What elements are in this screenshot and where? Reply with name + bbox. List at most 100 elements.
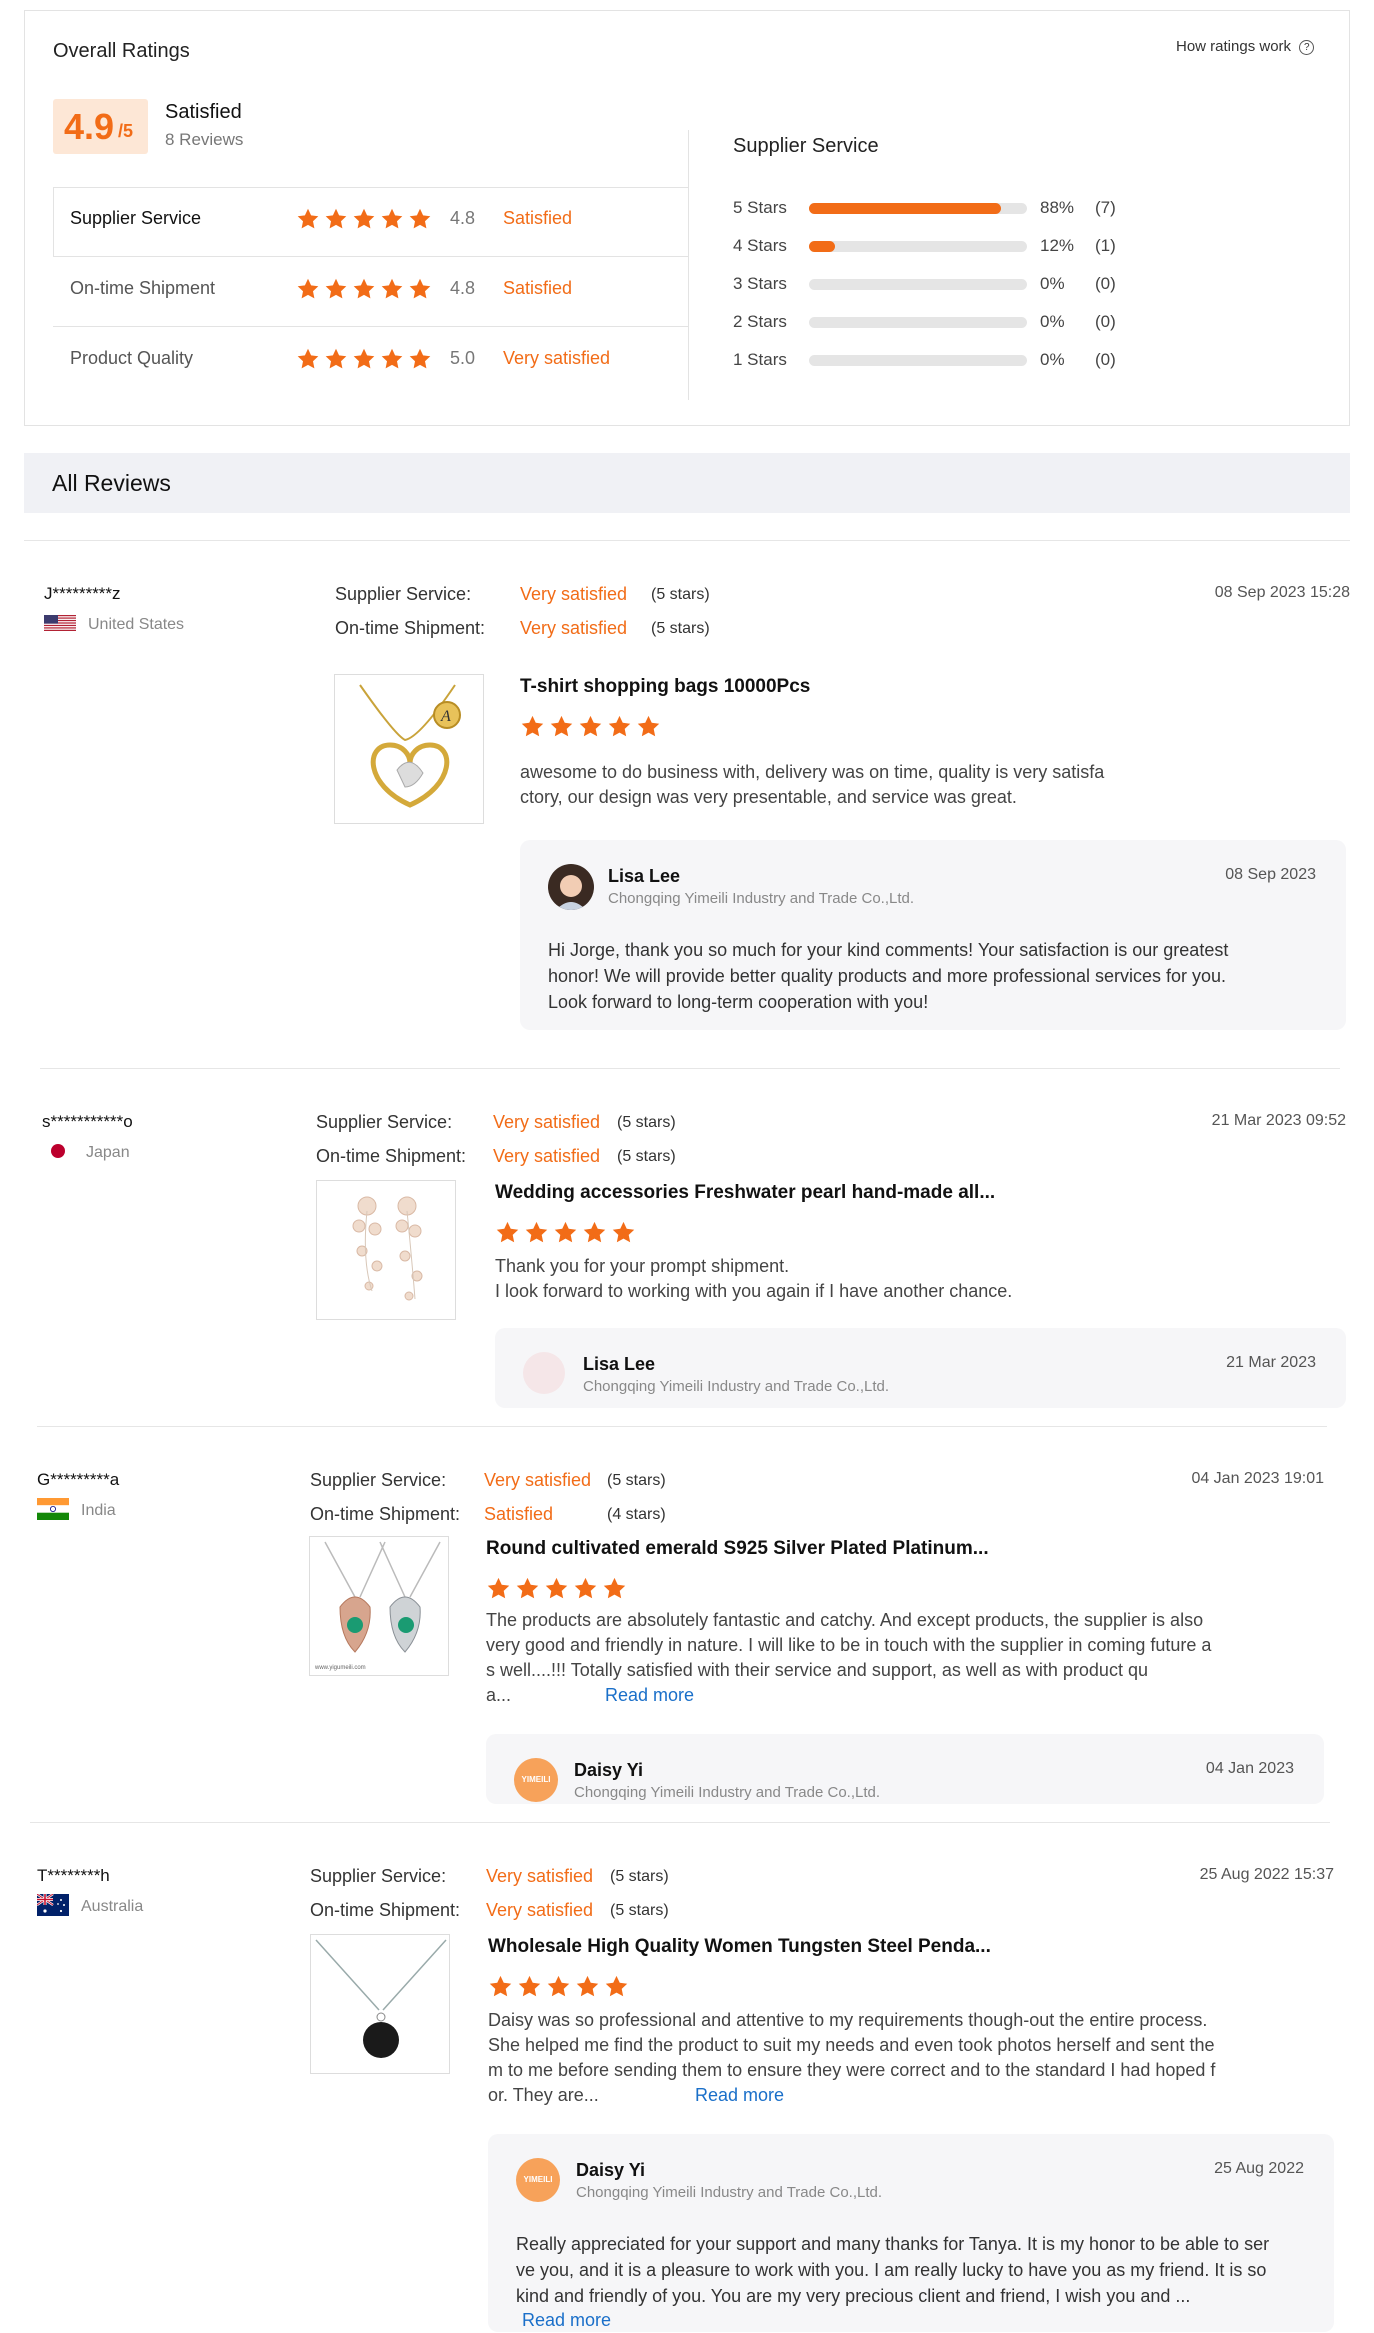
product-thumbnail[interactable]: www.yigumeili.com [309, 1536, 449, 1676]
star-icon [578, 714, 603, 739]
product-title[interactable]: Round cultivated emerald S925 Silver Pla… [486, 1538, 989, 1560]
divider [37, 1426, 1327, 1427]
read-more-link[interactable]: Read more [695, 2085, 784, 2106]
how-ratings-work-link[interactable]: How ratings work ? [1176, 38, 1315, 55]
reply-company: Chongqing Yimeili Industry and Trade Co.… [576, 2184, 883, 2201]
ontime-shipment-label: On-time Shipment: [310, 1900, 461, 1920]
breakdown-percent: 88% [1040, 198, 1075, 217]
star-icon [352, 277, 376, 301]
ontime-shipment-rating: Satisfied [484, 1504, 554, 1524]
divider [688, 130, 689, 400]
category-rating-text: Very satisfied [503, 348, 611, 368]
overall-ratings-title: Overall Ratings [53, 40, 190, 62]
product-title[interactable]: Wedding accessories Freshwater pearl han… [495, 1182, 995, 1204]
reviewer-country: Japan [86, 1144, 130, 1161]
overall-ratings-panel [24, 10, 1350, 426]
supplier-service-stars: (5 stars) [610, 1868, 669, 1885]
overall-score-suffix: /5 [118, 121, 134, 141]
reply-company: Chongqing Yimeili Industry and Trade Co.… [583, 1378, 890, 1395]
product-thumbnail[interactable]: A [334, 674, 484, 824]
star-icon [324, 207, 348, 231]
category-label: On-time Shipment [70, 278, 216, 298]
reply-text-line: Really appreciated for your support and … [516, 2234, 1270, 2254]
breakdown-label: 5 Stars [733, 198, 787, 217]
read-more-link[interactable]: Read more [522, 2310, 611, 2331]
reply-company: Chongqing Yimeili Industry and Trade Co.… [608, 890, 915, 907]
supplier-service-rating: Very satisfied [486, 1866, 594, 1886]
reply-company: Chongqing Yimeili Industry and Trade Co.… [574, 1784, 881, 1801]
category-label: Supplier Service [70, 208, 202, 228]
divider [40, 1068, 1340, 1069]
category-stars [296, 347, 436, 373]
reviewer-name: J*********z [44, 584, 121, 603]
ontime-shipment-label: On-time Shipment: [310, 1504, 461, 1524]
ontime-shipment-rating: Very satisfied [520, 618, 628, 638]
review-text-line: s well....!!! Totally satisfied with the… [486, 1660, 1148, 1680]
breakdown-bar [809, 203, 1027, 214]
star-icon [408, 347, 432, 371]
breakdown-count: (0) [1095, 350, 1116, 369]
supplier-service-label: Supplier Service: [310, 1866, 447, 1886]
category-score: 5.0 [450, 348, 476, 368]
breakdown-percent: 12% [1040, 236, 1075, 255]
reviewer-country: Australia [81, 1898, 144, 1915]
star-icon [296, 347, 320, 371]
review-date: 25 Aug 2022 15:37 [1199, 1866, 1334, 1883]
category-stars [296, 277, 436, 303]
star-icon [517, 1974, 542, 1999]
svg-text:A: A [440, 708, 451, 725]
review-date: 08 Sep 2023 15:28 [1214, 584, 1350, 601]
star-icon [520, 714, 545, 739]
star-icon [380, 207, 404, 231]
star-icon [296, 207, 320, 231]
product-thumbnail[interactable] [310, 1934, 450, 2074]
product-thumbnail[interactable] [316, 1180, 456, 1320]
star-icon [544, 1576, 569, 1601]
reviewer-country: United States [88, 616, 185, 633]
star-icon [549, 714, 574, 739]
reply-date: 04 Jan 2023 [1205, 1760, 1294, 1777]
divider [30, 1822, 1330, 1823]
breakdown-label: 3 Stars [733, 274, 787, 293]
overall-summary: Satisfied [165, 101, 242, 123]
star-icon [602, 1576, 627, 1601]
breakdown-bar [809, 279, 1027, 290]
product-quality-stars [520, 714, 665, 739]
breakdown-percent: 0% [1040, 312, 1065, 331]
reply-author: Lisa Lee [583, 1354, 656, 1374]
star-icon [636, 714, 661, 739]
breakdown-label: 1 Stars [733, 350, 787, 369]
breakdown-bar-fill [809, 241, 835, 252]
ontime-shipment-label: On-time Shipment: [335, 618, 486, 638]
star-icon [324, 347, 348, 371]
star-icon [380, 347, 404, 371]
review-text-line: Thank you for your prompt shipment. [495, 1256, 790, 1276]
overall-score: 4.9 [64, 106, 115, 147]
divider [53, 187, 54, 257]
read-more-link[interactable]: Read more [605, 1685, 694, 1706]
ontime-shipment-rating: Very satisfied [486, 1900, 594, 1920]
star-icon [573, 1576, 598, 1601]
all-reviews-title: All Reviews [52, 470, 171, 496]
how-ratings-work-label[interactable]: How ratings work [1176, 38, 1291, 55]
avatar [548, 864, 594, 910]
reply-author: Daisy Yi [574, 1760, 644, 1780]
star-icon [546, 1974, 571, 1999]
help-icon[interactable]: ? [1299, 40, 1315, 55]
supplier-service-label: Supplier Service: [310, 1470, 447, 1490]
divider [24, 540, 1350, 541]
avatar: YIMEILI [514, 1758, 558, 1802]
review-text-line: ctory, our design was very presentable, … [520, 787, 1017, 807]
review-text-line: or. They are... [488, 2085, 599, 2105]
country-flag-icon [37, 1498, 69, 1520]
product-title[interactable]: T-shirt shopping bags 10000Pcs [520, 676, 810, 698]
review-text-line: The products are absolutely fantastic an… [486, 1610, 1204, 1630]
review-text-line: She helped me find the product to suit m… [488, 2035, 1215, 2055]
product-title[interactable]: Wholesale High Quality Women Tungsten St… [488, 1936, 991, 1958]
all-reviews-header: All Reviews [24, 453, 1350, 513]
star-icon [352, 347, 376, 371]
star-icon [524, 1220, 549, 1245]
review-text-line: m to me before sending them to ensure th… [488, 2060, 1216, 2080]
product-quality-stars [488, 1974, 633, 1999]
avatar: YIMEILI [516, 2158, 560, 2202]
